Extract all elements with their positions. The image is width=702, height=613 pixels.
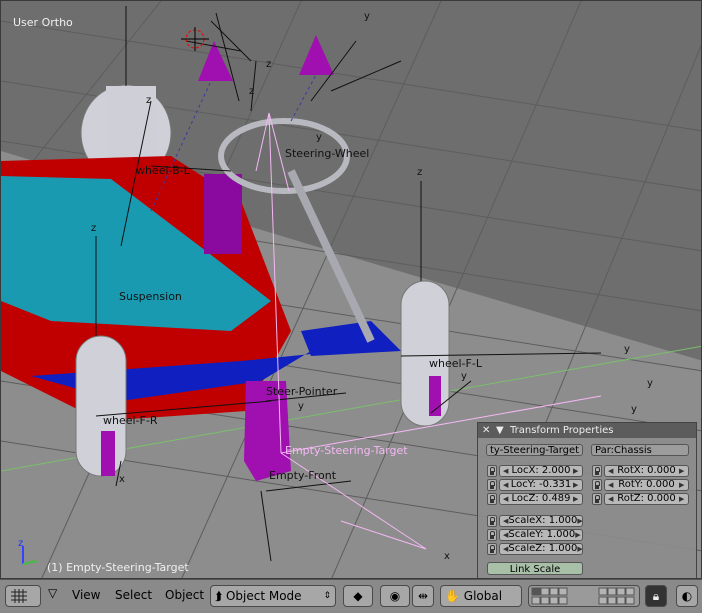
lock-icon[interactable] — [487, 465, 497, 477]
axis-z-1: z — [146, 95, 152, 106]
link-scale-button[interactable]: Link Scale — [487, 562, 583, 575]
object-name-field[interactable]: ty-Steering-Target — [486, 444, 583, 456]
menu-object[interactable]: Object — [165, 588, 204, 602]
pivot-icon: ◉ — [389, 589, 401, 603]
label-empty-front: Empty-Front — [269, 469, 337, 482]
lock-icon[interactable] — [487, 529, 497, 541]
view-3d-icon: ◆ — [353, 589, 363, 603]
scale-y-field[interactable]: ◀ ScaleY: 1.000 ▶ — [499, 529, 583, 541]
3d-view-header: ▽ View Select Object ⮭ Object Mode ⇕ ◆ ◉… — [0, 579, 702, 613]
transform-icon: ⇹ — [417, 589, 429, 603]
scale-x-field[interactable]: ◀ ScaleX: 1.000 ▶ — [499, 515, 583, 527]
lock-icon: 🔒︎ — [652, 589, 660, 603]
label-wheel-f-l: wheel-F-L — [429, 357, 482, 370]
loc-z-field[interactable]: ◀ LocZ: 0.489 ▶ — [499, 493, 583, 505]
view-label: User Ortho — [13, 16, 73, 29]
parent-field[interactable]: Par:Chassis — [591, 444, 689, 456]
axis-y-7: y — [631, 404, 637, 415]
close-icon[interactable]: ✕ — [482, 425, 492, 436]
label-suspension: Suspension — [119, 290, 182, 303]
chevron-updown-icon: ⇕ — [323, 591, 331, 601]
label-wheel-b-l: wheel-B-L — [136, 164, 190, 177]
axis-y-6: y — [647, 378, 653, 389]
3d-viewport[interactable]: User Ortho (1) Empty-Steering-Target whe… — [0, 0, 702, 579]
loc-x-field[interactable]: ◀ LocX: 2.000 ▶ — [499, 465, 583, 477]
editor-type-button[interactable] — [5, 585, 41, 607]
hand-icon: ✋ — [445, 589, 460, 603]
axis-x-1: x — [119, 474, 125, 485]
layer-buttons[interactable] — [528, 585, 640, 607]
lock-icon[interactable] — [592, 479, 602, 491]
blender-window: User Ortho (1) Empty-Steering-Target whe… — [0, 0, 702, 613]
axis-y-4: y — [461, 371, 467, 382]
label-steering-wheel: Steering-Wheel — [285, 147, 370, 160]
rot-y-field[interactable]: ◀ RotY: 0.000 ▶ — [604, 479, 689, 491]
axis-y-1: y — [364, 11, 370, 22]
rot-x-field[interactable]: ◀ RotX: 0.000 ▶ — [604, 465, 689, 477]
lock-icon[interactable] — [487, 493, 497, 505]
render-icon: ◐ — [681, 589, 693, 603]
orientation-label: Global — [463, 589, 503, 603]
transform-panel-title: Transform Properties — [510, 425, 614, 436]
loc-y-field[interactable]: ◀ LocY: -0.331 ▶ — [499, 479, 583, 491]
label-wheel-f-r: wheel-F-R — [103, 414, 158, 427]
rot-z-field[interactable]: ◀ RotZ: 0.000 ▶ — [604, 493, 689, 505]
lock-icon[interactable] — [487, 543, 497, 555]
render-button[interactable]: ◐ — [676, 585, 698, 607]
axis-z-3: z — [417, 167, 423, 178]
mode-select[interactable]: ⮭ Object Mode ⇕ — [210, 585, 336, 607]
axis-z-4: z — [266, 59, 272, 70]
menu-select[interactable]: Select — [115, 588, 152, 602]
mini-axis-z-label: z — [18, 538, 24, 549]
scale-z-field[interactable]: ◀ ScaleZ: 1.000 ▶ — [499, 543, 583, 555]
editor-type-grid-icon — [11, 589, 27, 603]
transform-manipulator-button[interactable]: ⇹ — [412, 585, 434, 607]
status-text: (1) Empty-Steering-Target — [47, 561, 189, 574]
lock-icon[interactable] — [592, 465, 602, 477]
transform-panel-header[interactable]: ✕ ▼ Transform Properties — [478, 423, 696, 438]
lock-icon[interactable] — [487, 479, 497, 491]
orientation-select[interactable]: ✋ Global — [440, 585, 522, 607]
label-steer-pointer: Steer-Pointer — [266, 385, 338, 398]
label-empty-steering-target: Empty-Steering-Target — [285, 444, 408, 457]
draw-type-button[interactable]: ◆ — [343, 585, 373, 607]
axis-y-2: y — [316, 132, 322, 143]
layer-icon — [531, 587, 635, 605]
menu-view[interactable]: View — [72, 588, 100, 602]
axis-x-2: x — [444, 551, 450, 562]
object-mode-icon: ⮭ — [215, 589, 223, 603]
transform-properties-panel[interactable]: ✕ ▼ Transform Properties ty-Steering-Tar… — [477, 422, 697, 578]
mode-label: Object Mode — [225, 589, 302, 603]
lock-icon[interactable] — [487, 515, 497, 527]
lock-icon[interactable] — [592, 493, 602, 505]
axis-y-3: y — [624, 344, 630, 355]
menu-collapse-icon[interactable]: ▽ — [48, 586, 57, 600]
axis-y-5: y — [298, 401, 304, 412]
lock-button[interactable]: 🔒︎ — [645, 585, 667, 607]
steer-block — [204, 174, 242, 254]
collapse-icon[interactable]: ▼ — [496, 425, 506, 436]
axis-z-5: z — [249, 86, 255, 97]
axis-z-2: z — [91, 223, 97, 234]
pivot-button[interactable]: ◉ — [380, 585, 410, 607]
